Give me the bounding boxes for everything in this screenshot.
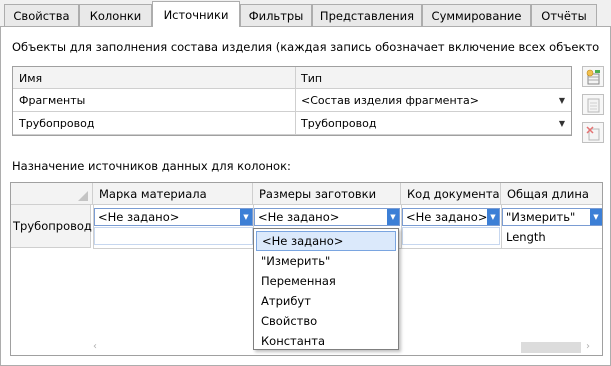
edit-source-icon — [587, 98, 600, 112]
dropdown-arrow-icon[interactable]: ▼ — [559, 96, 565, 105]
row-header-pipeline[interactable]: Трубопровод — [11, 205, 92, 248]
column-header-type[interactable]: Тип — [295, 67, 571, 89]
tab-filters[interactable]: Фильтры — [240, 4, 312, 26]
tab-sources[interactable]: Источники — [152, 1, 240, 27]
source-dropdown-list[interactable]: <Не задано> "Измерить" Переменная Атрибу… — [253, 228, 399, 350]
corner-header — [11, 183, 93, 205]
chevron-down-icon[interactable]: ▼ — [240, 209, 252, 225]
doc-code-sub-cell[interactable] — [402, 227, 500, 245]
column-header-doc-code[interactable]: Код документа — [401, 183, 501, 205]
tab-strip: Свойства Колонки Источники Фильтры Предс… — [0, 0, 611, 27]
dropdown-option[interactable]: Константа — [256, 331, 396, 351]
sources-description: Объекты для заполнения состава изделия (… — [12, 40, 600, 54]
dropdown-option[interactable]: "Измерить" — [256, 251, 396, 271]
add-source-button[interactable] — [582, 66, 604, 87]
column-header-blank-size[interactable]: Размеры заготовки — [253, 183, 401, 205]
columns-assignment-label: Назначение источников данных для колонок… — [12, 159, 291, 173]
chevron-down-icon[interactable]: ▼ — [590, 209, 602, 225]
dropdown-option[interactable]: <Не задано> — [256, 231, 396, 251]
chevron-down-icon[interactable]: ▼ — [387, 209, 399, 225]
column-header-material[interactable]: Марка материала — [93, 183, 253, 205]
blank-size-combo[interactable]: <Не задано> ▼ — [254, 208, 400, 226]
delete-source-icon — [586, 125, 600, 140]
corner-triangle-icon — [78, 191, 88, 201]
tab-reports[interactable]: Отчёты — [531, 4, 597, 26]
material-sub-cell[interactable] — [94, 227, 253, 245]
source-type-value: <Состав изделия фрагмента> — [301, 93, 479, 107]
dropdown-option[interactable]: Переменная — [256, 271, 396, 291]
material-combo-value: <Не задано> — [98, 210, 180, 224]
source-row-name[interactable]: Фрагменты — [13, 89, 295, 111]
material-combo[interactable]: <Не задано> ▼ — [94, 208, 253, 226]
tab-properties[interactable]: Свойства — [4, 4, 79, 26]
scroll-right-icon[interactable]: › — [586, 341, 590, 352]
sources-grid: Имя Тип Фрагменты <Состав изделия фрагме… — [12, 66, 572, 136]
tab-summation[interactable]: Суммирование — [422, 4, 531, 26]
delete-source-button[interactable] — [582, 122, 604, 143]
tab-views[interactable]: Представления — [312, 4, 422, 26]
dropdown-option[interactable]: Атрибут — [256, 291, 396, 311]
add-source-icon — [586, 69, 600, 84]
edit-source-button[interactable] — [582, 94, 604, 115]
column-header-total-length[interactable]: Общая длина — [501, 183, 602, 205]
source-row-type[interactable]: <Состав изделия фрагмента> ▼ — [295, 89, 571, 111]
source-type-value: Трубопровод — [301, 116, 377, 130]
blank-size-combo-value: <Не задано> — [258, 210, 340, 224]
scroll-thumb[interactable] — [521, 342, 581, 353]
chevron-down-icon[interactable]: ▼ — [487, 209, 499, 225]
column-header-name[interactable]: Имя — [13, 67, 295, 89]
dropdown-arrow-icon[interactable]: ▼ — [559, 119, 565, 128]
dropdown-option[interactable]: Свойство — [256, 311, 396, 331]
source-row-type[interactable]: Трубопровод ▼ — [295, 112, 571, 134]
total-length-combo[interactable]: "Измерить" ▼ — [502, 208, 602, 226]
source-row-name[interactable]: Трубопровод — [13, 112, 295, 134]
total-length-combo-value: "Измерить" — [506, 210, 576, 224]
scroll-left-icon[interactable]: ‹ — [93, 341, 97, 352]
doc-code-combo[interactable]: <Не задано> ▼ — [402, 208, 500, 226]
total-length-extra-value[interactable]: Length — [502, 228, 602, 246]
tab-columns[interactable]: Колонки — [79, 4, 152, 26]
doc-code-combo-value: <Не задано> — [406, 210, 488, 224]
